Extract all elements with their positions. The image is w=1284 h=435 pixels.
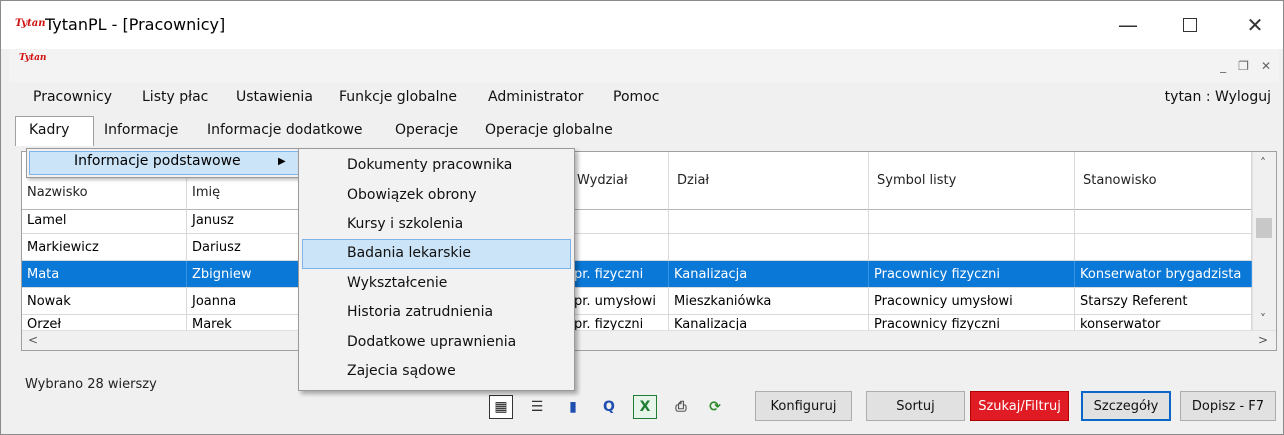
- tab-operacje[interactable]: Operacje: [395, 122, 458, 138]
- menu-item-zajecia-sadowe[interactable]: Zajecia sądowe: [347, 363, 456, 379]
- maximize-button[interactable]: [1164, 1, 1216, 49]
- search-filter-button[interactable]: Szukaj/Filtruj: [970, 391, 1069, 421]
- app-logo: Tytan: [15, 18, 46, 29]
- details-button[interactable]: Szczegóły: [1081, 391, 1171, 421]
- cell-dzial: [669, 207, 869, 233]
- menu-item-wyksztalcenie[interactable]: Wykształcenie: [347, 275, 447, 291]
- column-header-dzial[interactable]: Dział: [669, 152, 869, 209]
- menu-item-obowiazek-obrony[interactable]: Obowiązek obrony: [347, 187, 477, 203]
- close-icon: ✕: [1246, 13, 1264, 37]
- submenu-kadry: Informacje podstawowe ▶: [26, 148, 305, 178]
- excel-icon[interactable]: X: [633, 395, 657, 419]
- column-header-stanowisko[interactable]: Stanowisko: [1075, 152, 1252, 209]
- cell-symbol-listy: [869, 234, 1075, 260]
- scroll-up-icon[interactable]: ˄: [1260, 156, 1266, 170]
- menu-item-historia-zatrudnienia[interactable]: Historia zatrudnienia: [347, 304, 493, 320]
- mdi-close-icon[interactable]: ✕: [1261, 59, 1271, 73]
- mdi-controls: _ ❐ ✕: [1220, 59, 1271, 73]
- app-window: Tytan TytanPL - [Pracownicy] — ✕ Tytan _…: [0, 0, 1284, 435]
- cell-nazwisko: Nowak: [22, 288, 187, 314]
- cell-nazwisko: Mata: [22, 261, 187, 287]
- cell-dzial: [669, 234, 869, 260]
- tab-operacje-globalne[interactable]: Operacje globalne: [485, 122, 613, 138]
- cell-stanowisko: [1075, 207, 1252, 233]
- column-header-symbol-listy[interactable]: Symbol listy: [869, 152, 1075, 209]
- scroll-left-icon[interactable]: <: [28, 333, 38, 347]
- menu-item-informacje-podstawowe[interactable]: Informacje podstawowe ▶: [29, 151, 302, 175]
- menu-item-dokumenty-pracownika[interactable]: Dokumenty pracownika: [347, 157, 512, 173]
- minimize-icon: —: [1118, 13, 1138, 37]
- vertical-scroll-thumb[interactable]: [1256, 218, 1272, 238]
- list-view-icon[interactable]: ☰: [525, 395, 549, 419]
- cell-stanowisko: Starszy Referent: [1075, 288, 1252, 314]
- cell-dzial: Mieszkaniówka: [669, 288, 869, 314]
- window-title: TytanPL - [Pracownicy]: [45, 15, 226, 34]
- cell-wydzial: pr. fizyczni: [569, 261, 669, 287]
- cell-stanowisko: Konserwator brygadzista: [1075, 261, 1252, 287]
- table-row[interactable]: Markiewicz Dariusz: [22, 234, 1252, 261]
- sort-button[interactable]: Sortuj: [866, 391, 965, 421]
- add-button[interactable]: Dopisz - F7: [1180, 391, 1276, 421]
- menu-item-badania-lekarskie[interactable]: Badania lekarskie: [347, 245, 471, 261]
- menu-funkcje-globalne[interactable]: Funkcje globalne: [339, 89, 457, 105]
- cell-dzial: Kanalizacja: [669, 261, 869, 287]
- cell-symbol-listy: Pracownicy fizyczni: [869, 261, 1075, 287]
- mdi-strip: [9, 49, 1279, 83]
- refresh-icon[interactable]: ⟳: [703, 395, 727, 419]
- mdi-logo: Tytan: [19, 53, 47, 63]
- cell-imie: Joanna: [187, 288, 299, 314]
- menu-ustawienia[interactable]: Ustawienia: [236, 89, 313, 105]
- submenu-arrow-icon: ▶: [278, 156, 286, 167]
- menu-pracownicy[interactable]: Pracownicy: [33, 89, 112, 105]
- configure-button[interactable]: Konfiguruj: [755, 391, 852, 421]
- tab-informacje[interactable]: Informacje: [104, 122, 178, 138]
- user-logout-link[interactable]: tytan : Wyloguj: [1165, 89, 1271, 105]
- print-icon[interactable]: ⎙: [669, 395, 693, 419]
- horizontal-scrollbar[interactable]: < >: [22, 330, 1276, 350]
- menu-administrator[interactable]: Administrator: [488, 89, 583, 105]
- menu-pomoc[interactable]: Pomoc: [613, 89, 659, 105]
- mdi-restore-icon[interactable]: ❐: [1238, 59, 1249, 73]
- menu-listy-plac[interactable]: Listy płac: [142, 89, 208, 105]
- table-view-icon[interactable]: ▦: [489, 395, 513, 419]
- table-row[interactable]: Nowak Joanna pr. umysłowi Mieszkaniówka …: [22, 288, 1252, 315]
- selection-count: Wybrano 28 wierszy: [25, 377, 157, 392]
- tab-kadry[interactable]: Kadry: [29, 122, 69, 138]
- scroll-down-icon[interactable]: ˅: [1260, 312, 1266, 326]
- maximize-icon: [1183, 18, 1197, 32]
- cell-nazwisko: Lamel: [22, 207, 187, 233]
- cell-symbol-listy: [869, 207, 1075, 233]
- menu-item-label: Informacje podstawowe: [74, 153, 241, 169]
- cell-stanowisko: [1075, 234, 1252, 260]
- chart-icon[interactable]: ▮: [561, 395, 585, 419]
- query-icon[interactable]: Q: [597, 395, 621, 419]
- close-button[interactable]: ✕: [1229, 1, 1281, 49]
- cell-wydzial: pr. umysłowi: [569, 288, 669, 314]
- cell-wydzial: [569, 207, 669, 233]
- menu-item-dodatkowe-uprawnienia[interactable]: Dodatkowe uprawnienia: [347, 334, 516, 350]
- tab-informacje-dodatkowe[interactable]: Informacje dodatkowe: [207, 122, 363, 138]
- title-bar: Tytan TytanPL - [Pracownicy] — ✕: [1, 1, 1283, 49]
- vertical-scrollbar[interactable]: ˄ ˅: [1252, 152, 1276, 330]
- table-row-selected[interactable]: Mata Zbigniew pr. fizyczni Kanalizacja P…: [22, 261, 1252, 288]
- employee-grid[interactable]: Nazwisko Imię Wydział Dział Symbol listy…: [21, 151, 1277, 351]
- column-header-wydzial[interactable]: Wydział: [569, 152, 669, 209]
- cell-symbol-listy: Pracownicy umysłowi: [869, 288, 1075, 314]
- scroll-right-icon[interactable]: >: [1258, 333, 1268, 347]
- menu-item-kursy-i-szkolenia[interactable]: Kursy i szkolenia: [347, 216, 463, 232]
- minimize-button[interactable]: —: [1102, 1, 1154, 49]
- cell-imie: Dariusz: [187, 234, 299, 260]
- submenu-informacje-podstawowe: Dokumenty pracownika Obowiązek obrony Ku…: [298, 148, 575, 391]
- cell-imie: Zbigniew: [187, 261, 299, 287]
- cell-wydzial: [569, 234, 669, 260]
- cell-nazwisko: Markiewicz: [22, 234, 187, 260]
- table-row[interactable]: Lamel Janusz: [22, 207, 1252, 234]
- mdi-minimize-icon[interactable]: _: [1220, 59, 1226, 73]
- cell-imie: Janusz: [187, 207, 299, 233]
